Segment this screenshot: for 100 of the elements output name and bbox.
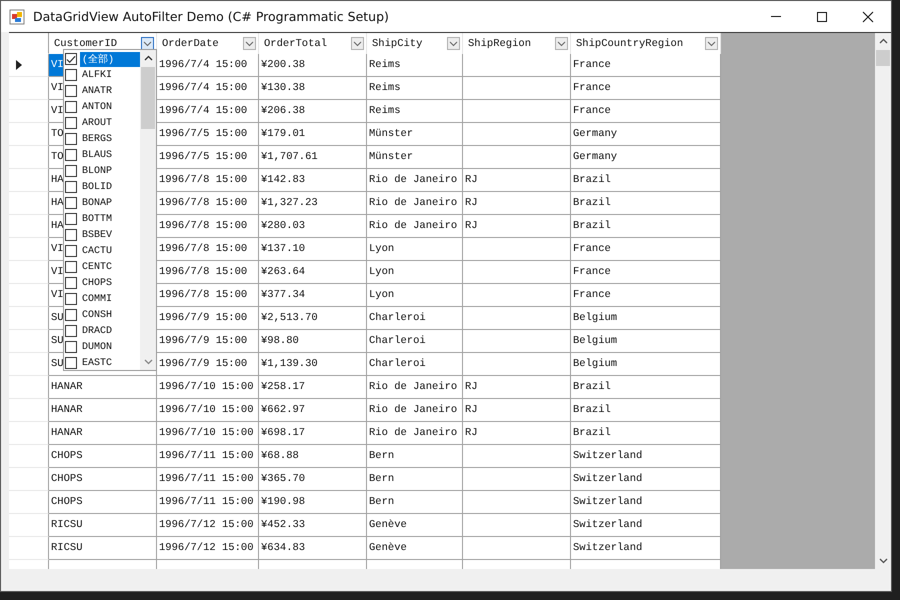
table-cell: 1996/7/9 15:00 bbox=[157, 307, 259, 330]
table-cell: 1996/7/9 15:00 bbox=[157, 330, 259, 353]
column-header[interactable]: OrderDate bbox=[157, 33, 259, 54]
table-cell: 1996/7/4 15:00 bbox=[157, 77, 259, 100]
table-cell: Rio de Janeiro bbox=[367, 192, 463, 215]
filter-list-item[interactable]: CACTU bbox=[64, 243, 140, 259]
checkbox[interactable] bbox=[65, 117, 77, 129]
filter-dropdown-button[interactable] bbox=[555, 37, 568, 50]
filter-list-item[interactable]: DUMON bbox=[64, 339, 140, 355]
filter-list-item[interactable]: COMMI bbox=[64, 291, 140, 307]
table-cell: Lyon bbox=[367, 284, 463, 307]
table-cell: ¥662.97 bbox=[259, 399, 367, 422]
checkbox[interactable] bbox=[65, 133, 77, 145]
table-cell: HANAR bbox=[49, 399, 157, 422]
table-cell: ¥68.88 bbox=[259, 445, 367, 468]
scrollbar-thumb[interactable] bbox=[141, 67, 155, 129]
table-cell: 1996/7/12 15:00 bbox=[157, 514, 259, 537]
filter-list-item[interactable]: ANATR bbox=[64, 83, 140, 99]
checkbox[interactable] bbox=[65, 341, 77, 353]
checkbox[interactable] bbox=[65, 181, 77, 193]
column-header[interactable]: ShipCity bbox=[367, 33, 463, 54]
table-cell: Charleroi bbox=[367, 330, 463, 353]
checkbox[interactable] bbox=[65, 245, 77, 257]
checkbox[interactable] bbox=[65, 85, 77, 97]
chevron-down-icon bbox=[707, 40, 716, 46]
filter-list-item[interactable]: EASTC bbox=[64, 355, 140, 371]
scrollbar-thumb[interactable] bbox=[876, 50, 890, 66]
checkmark-icon bbox=[66, 54, 76, 64]
table-cell: Genève bbox=[367, 514, 463, 537]
filter-list-item[interactable]: BOLID bbox=[64, 179, 140, 195]
checkbox[interactable] bbox=[65, 197, 77, 209]
filter-list-item[interactable]: CENTC bbox=[64, 259, 140, 275]
table-cell: ¥137.10 bbox=[259, 238, 367, 261]
column-header[interactable]: ShipRegion bbox=[463, 33, 571, 54]
table-cell: ¥206.38 bbox=[259, 100, 367, 123]
table-cell: 1996/7/8 15:00 bbox=[157, 169, 259, 192]
table-cell: Brazil bbox=[571, 399, 721, 422]
table-cell: RJ bbox=[463, 215, 571, 238]
table-cell: Rio de Janeiro bbox=[367, 422, 463, 445]
current-row-icon bbox=[16, 60, 22, 70]
filter-dropdown-button[interactable] bbox=[447, 37, 460, 50]
filter-list-item[interactable]: ANTON bbox=[64, 99, 140, 115]
filter-item-label: BERGS bbox=[81, 132, 114, 146]
checkbox[interactable] bbox=[65, 277, 77, 289]
checkbox[interactable] bbox=[65, 149, 77, 161]
table-cell: Rio de Janeiro bbox=[367, 215, 463, 238]
table-cell: CHOPS bbox=[49, 491, 157, 514]
checkbox[interactable] bbox=[65, 309, 77, 321]
filter-item-label: CONSH bbox=[81, 308, 114, 322]
checkbox[interactable] bbox=[65, 165, 77, 177]
filter-dropdown-button[interactable] bbox=[351, 37, 364, 50]
checkbox[interactable] bbox=[65, 69, 77, 81]
table-cell: Brazil bbox=[571, 169, 721, 192]
scroll-down-icon bbox=[878, 558, 888, 564]
table-cell: Switzerland bbox=[571, 514, 721, 537]
table-cell: RICSU bbox=[49, 537, 157, 560]
table-cell: France bbox=[571, 100, 721, 123]
table-cell: ¥179.01 bbox=[259, 123, 367, 146]
filter-dropdown-button[interactable] bbox=[705, 37, 718, 50]
table-cell: France bbox=[571, 54, 721, 77]
vertical-scrollbar[interactable] bbox=[875, 33, 891, 569]
scroll-down-icon bbox=[144, 359, 152, 365]
app-icon bbox=[9, 8, 25, 24]
checkbox[interactable] bbox=[65, 213, 77, 225]
filter-list-item[interactable]: BLAUS bbox=[64, 147, 140, 163]
column-header[interactable]: ShipCountryRegion bbox=[571, 33, 721, 54]
table-cell: RJ bbox=[463, 376, 571, 399]
filter-dropdown-button[interactable] bbox=[141, 37, 154, 50]
scroll-up-icon bbox=[878, 38, 888, 44]
filter-dropdown-button[interactable] bbox=[243, 37, 256, 50]
filter-item-label: BONAP bbox=[81, 196, 114, 210]
checkbox[interactable] bbox=[65, 229, 77, 241]
table-cell: 1996/7/8 15:00 bbox=[157, 261, 259, 284]
table-cell: RJ bbox=[463, 169, 571, 192]
list-scrollbar[interactable] bbox=[140, 50, 156, 370]
table-cell: Münster bbox=[367, 123, 463, 146]
table-cell: ¥258.17 bbox=[259, 376, 367, 399]
table-cell: ¥698.17 bbox=[259, 422, 367, 445]
table-cell: ¥1,139.30 bbox=[259, 353, 367, 376]
filter-list-item[interactable]: (全部) bbox=[64, 51, 140, 67]
table-cell: Rio de Janeiro bbox=[367, 169, 463, 192]
checkbox[interactable] bbox=[65, 357, 77, 369]
column-header[interactable]: OrderTotal bbox=[259, 33, 367, 54]
chevron-down-icon bbox=[449, 40, 458, 46]
table-cell: CHOPS bbox=[49, 468, 157, 491]
table-cell: France bbox=[571, 238, 721, 261]
table-cell: ¥200.38 bbox=[259, 54, 367, 77]
filter-list-item[interactable]: BERGS bbox=[64, 131, 140, 147]
table-cell: France bbox=[571, 77, 721, 100]
checkbox[interactable] bbox=[65, 53, 77, 65]
table-cell: ¥280.03 bbox=[259, 215, 367, 238]
checkbox[interactable] bbox=[65, 101, 77, 113]
checkbox[interactable] bbox=[65, 293, 77, 305]
filter-list-item[interactable]: CONSH bbox=[64, 307, 140, 323]
table-cell: HANAR bbox=[49, 376, 157, 399]
filter-list-item[interactable]: BONAP bbox=[64, 195, 140, 211]
checkbox[interactable] bbox=[65, 325, 77, 337]
checkbox[interactable] bbox=[65, 261, 77, 273]
row-header[interactable] bbox=[9, 54, 49, 77]
table-cell: Genève bbox=[367, 537, 463, 560]
